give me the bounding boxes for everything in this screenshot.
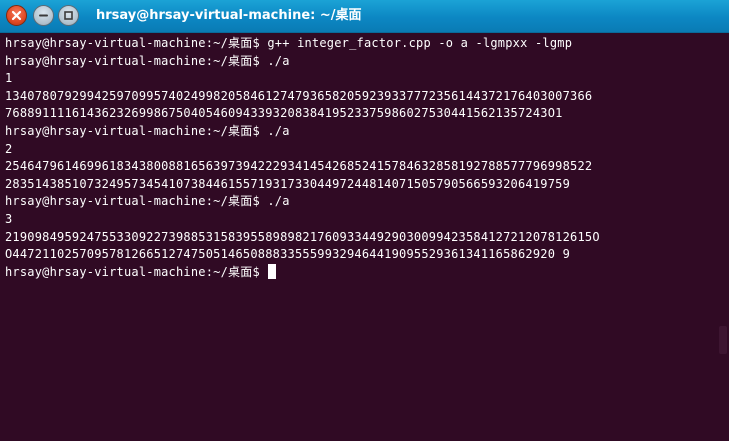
terminal-line: hrsay@hrsay-virtual-machine:~/桌面$ ./a bbox=[5, 123, 290, 138]
terminal-output[interactable]: hrsay@hrsay-virtual-machine:~/桌面$ g++ in… bbox=[5, 35, 717, 439]
terminal-line: 7688911116143623269986750405460943393208… bbox=[5, 106, 563, 121]
close-button[interactable] bbox=[6, 5, 27, 26]
scrollbar-thumb[interactable] bbox=[719, 326, 727, 354]
terminal-line: 2190984959247553309227398853158395589898… bbox=[5, 229, 600, 244]
text-cursor bbox=[268, 263, 277, 279]
terminal-line: O447211025709578126651274750514650888335… bbox=[5, 247, 571, 262]
title-bar[interactable]: hrsay@hrsay-virtual-machine: ~/桌面 bbox=[0, 0, 729, 33]
terminal-line: 1 bbox=[5, 71, 13, 86]
scrollbar-track[interactable] bbox=[719, 34, 729, 441]
minimize-button[interactable] bbox=[33, 5, 54, 26]
terminal-line: hrsay@hrsay-virtual-machine:~/桌面$ g++ in… bbox=[5, 36, 573, 50]
maximize-icon bbox=[64, 11, 73, 20]
terminal-line: 2835143851073249573454107384461557193173… bbox=[5, 176, 571, 191]
close-icon bbox=[11, 10, 22, 21]
terminal-line: 2546479614699618343800881656397394222934… bbox=[5, 159, 593, 174]
terminal-prompt: hrsay@hrsay-virtual-machine:~/桌面$ bbox=[5, 264, 268, 279]
maximize-button[interactable] bbox=[58, 5, 79, 26]
window-title: hrsay@hrsay-virtual-machine: ~/桌面 bbox=[96, 8, 362, 23]
terminal-window: hrsay@hrsay-virtual-machine: ~/桌面 hrsay@… bbox=[0, 0, 729, 441]
terminal-line: 2 bbox=[5, 141, 13, 156]
terminal-line: hrsay@hrsay-virtual-machine:~/桌面$ ./a bbox=[5, 53, 290, 68]
terminal-prompt-line: hrsay@hrsay-virtual-machine:~/桌面$ bbox=[5, 263, 717, 282]
terminal-line: 1340780792994259709957402499820584612747… bbox=[5, 88, 593, 103]
terminal-line: 3 bbox=[5, 211, 13, 226]
terminal-line: hrsay@hrsay-virtual-machine:~/桌面$ ./a bbox=[5, 194, 290, 209]
minimize-icon bbox=[39, 14, 48, 17]
